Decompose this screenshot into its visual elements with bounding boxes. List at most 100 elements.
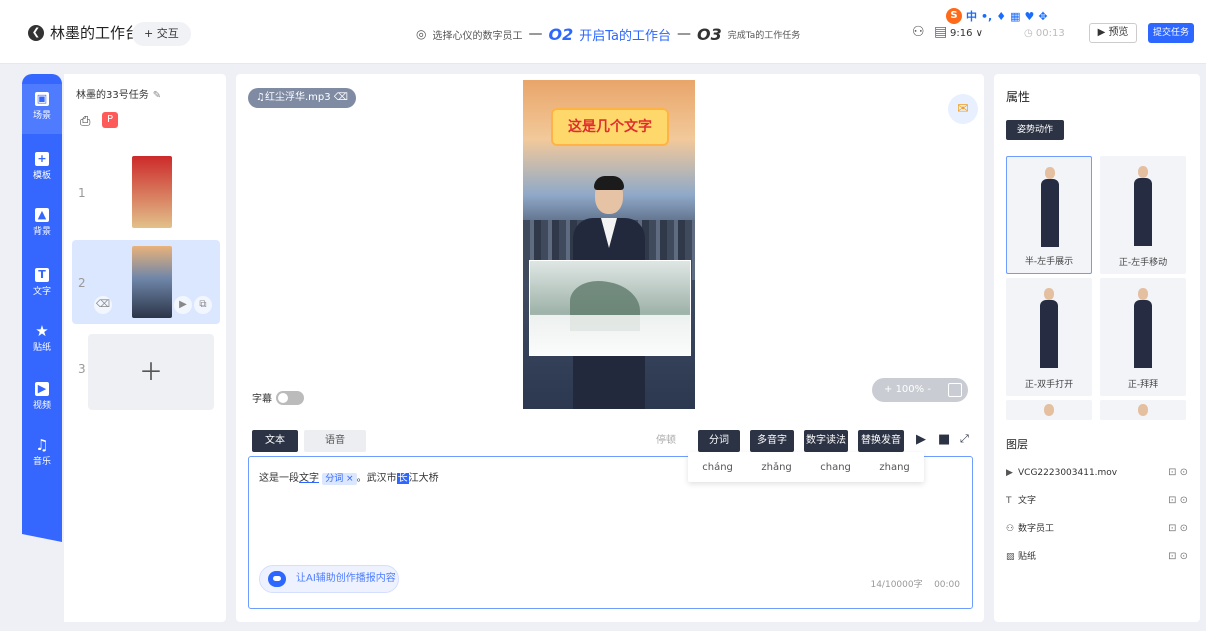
play-icon[interactable]: ▶ bbox=[916, 432, 926, 447]
sticker-icon: ★ bbox=[35, 322, 49, 340]
pause-button[interactable]: 停顿 bbox=[656, 430, 686, 452]
layer-controls[interactable]: ⊡ ⊙ bbox=[1168, 492, 1188, 510]
back-icon[interactable]: ❮ bbox=[28, 25, 44, 41]
preview-button[interactable]: ▶ 预览 bbox=[1089, 23, 1137, 43]
lock-icon[interactable]: ⎙ bbox=[80, 114, 90, 129]
rail-item-background[interactable]: ▲ 背景 bbox=[22, 200, 62, 250]
submit-task-button[interactable]: 提交任务 bbox=[1148, 23, 1194, 43]
polyphone-button[interactable]: 多音字 bbox=[750, 430, 794, 452]
number-reading-button[interactable]: 数字读法 bbox=[804, 430, 848, 452]
music-note-icon: ♫ bbox=[256, 92, 265, 103]
stop-icon[interactable]: ■ bbox=[938, 432, 950, 447]
collapse-panel-icon[interactable]: ✉ bbox=[948, 94, 978, 124]
pinyin-option[interactable]: chang bbox=[820, 462, 851, 473]
layer-controls[interactable]: ⊡ ⊙ bbox=[1168, 464, 1188, 482]
figure-head bbox=[1138, 166, 1148, 178]
step2-number: O2 bbox=[548, 24, 574, 44]
video-canvas[interactable]: 这是几个文字 bbox=[523, 80, 695, 409]
fit-screen-icon[interactable] bbox=[948, 383, 962, 397]
aspect-ratio-select[interactable]: 9:16 ∨ bbox=[950, 28, 983, 39]
tab-text[interactable]: 文本 bbox=[252, 430, 298, 452]
pinyin-option[interactable]: zhǎng bbox=[761, 462, 791, 473]
ime-toolbar[interactable]: S 中 •, ♦ ▦ ♥ ✥ bbox=[946, 8, 1048, 24]
rail-item-music[interactable]: ♫ 音乐 bbox=[22, 430, 62, 480]
duration-display: ◷ 00:13 bbox=[1024, 28, 1065, 39]
user-switch-icon[interactable]: ⚇ bbox=[912, 24, 925, 40]
play-icon[interactable]: ▶ bbox=[174, 296, 192, 314]
text-segment: 这是一段 bbox=[259, 473, 299, 484]
rail-item-text[interactable]: T 文字 bbox=[22, 260, 62, 310]
layer-item[interactable]: ▨ 贴纸 ⊡ ⊙ bbox=[1006, 548, 1188, 566]
subtitle-label: 字幕 bbox=[252, 394, 272, 405]
pose-option[interactable]: 半-左手展示 bbox=[1006, 156, 1092, 274]
tab-voice[interactable]: 语音 bbox=[304, 430, 366, 452]
text-icon: T bbox=[1006, 496, 1012, 506]
layer-controls[interactable]: ⊡ ⊙ bbox=[1168, 548, 1188, 566]
copy-icon[interactable]: ⧉ bbox=[194, 296, 212, 314]
microphone-icon[interactable]: ♦ bbox=[996, 10, 1006, 23]
pose-figure bbox=[1039, 167, 1061, 247]
zoom-out-icon[interactable]: - bbox=[924, 384, 931, 395]
keyboard-icon[interactable]: ▦ bbox=[1010, 10, 1020, 23]
ime-lang[interactable]: 中 bbox=[966, 8, 977, 24]
add-scene-button[interactable]: ＋ bbox=[88, 334, 214, 410]
rail-item-sticker[interactable]: ★ 贴纸 bbox=[22, 316, 62, 366]
layer-name: 数字员工 bbox=[1018, 524, 1055, 534]
task-list-icon[interactable]: ▤ bbox=[934, 24, 947, 40]
layer-item[interactable]: ⚇ 数字员工 ⊡ ⊙ bbox=[1006, 520, 1188, 538]
pinyin-option[interactable]: cháng bbox=[702, 462, 733, 473]
scene-panel: 林墨的33号任务 ✎ ⎙ P 1 2 ⌫ ▶ ⧉ 3 ＋ bbox=[64, 74, 226, 622]
zoom-in-icon[interactable]: + bbox=[884, 384, 896, 395]
pose-option[interactable]: 正-双手打开 bbox=[1006, 278, 1092, 396]
expand-icon[interactable]: ⤢ bbox=[960, 432, 969, 446]
scene-item[interactable]: 1 bbox=[72, 150, 220, 234]
layer-controls[interactable]: ⊡ ⊙ bbox=[1168, 520, 1188, 538]
trash-icon[interactable]: ⌫ bbox=[331, 92, 348, 103]
audio-chip[interactable]: ♫红尘浮华.mp3 ⌫ bbox=[248, 88, 356, 108]
rail-item-template[interactable]: + 模板 bbox=[22, 144, 62, 194]
pose-tab[interactable]: 姿势动作 bbox=[1006, 120, 1064, 140]
task-name[interactable]: 林墨的33号任务 ✎ bbox=[76, 86, 161, 101]
scene-number: 2 bbox=[78, 276, 86, 290]
fog-shape bbox=[530, 315, 690, 355]
ai-assist-button[interactable]: 让AI辅助创作播报内容 bbox=[259, 565, 399, 593]
check-circle-icon: ◎ bbox=[416, 27, 427, 41]
layer-item[interactable]: ▶ VCG2223003411.mov ⊡ ⊙ bbox=[1006, 464, 1188, 482]
avatar-hair bbox=[594, 176, 624, 190]
pose-option[interactable]: 正-拜拜 bbox=[1100, 278, 1186, 396]
segment-tag[interactable]: 分词 × bbox=[322, 473, 357, 485]
subtitle-toggle[interactable] bbox=[276, 390, 304, 405]
text-banner[interactable]: 这是几个文字 bbox=[551, 108, 669, 146]
edit-pencil-icon[interactable]: ✎ bbox=[153, 90, 161, 101]
replace-pronunciation-button[interactable]: 替换发音 bbox=[858, 430, 904, 452]
pose-option[interactable] bbox=[1100, 400, 1186, 420]
scene-item-selected[interactable]: 2 ⌫ ▶ ⧉ bbox=[72, 240, 220, 324]
robot-icon bbox=[268, 571, 286, 587]
selected-char[interactable]: 长 bbox=[396, 473, 409, 484]
delete-icon[interactable]: ⌫ bbox=[94, 296, 112, 314]
segment-button[interactable]: 分词 bbox=[698, 430, 740, 452]
interact-button[interactable]: + 交互 bbox=[132, 22, 191, 46]
grid-icon[interactable]: ✥ bbox=[1038, 10, 1047, 23]
text-icon: T bbox=[35, 268, 49, 282]
scene-thumbnail bbox=[132, 156, 172, 228]
figure-body bbox=[1041, 179, 1059, 247]
step2-label: 开启Ta的工作台 bbox=[579, 28, 671, 44]
ppt-badge[interactable]: P bbox=[102, 112, 118, 128]
video-overlay-clip[interactable] bbox=[529, 260, 691, 356]
zoom-value: 100% bbox=[895, 384, 925, 395]
zoom-control[interactable]: + 100% - bbox=[872, 378, 968, 402]
rail-item-video[interactable]: ▶ 视频 bbox=[22, 374, 62, 424]
ime-punct-icon[interactable]: •, bbox=[981, 10, 992, 23]
pose-option[interactable] bbox=[1006, 400, 1092, 420]
pose-option[interactable]: 正-左手移动 bbox=[1100, 156, 1186, 274]
figure-head bbox=[1044, 288, 1054, 300]
pinyin-option[interactable]: zhang bbox=[879, 462, 909, 473]
rail-item-scene[interactable]: ▣ 场景 bbox=[22, 84, 62, 134]
clock-icon: ◷ bbox=[1024, 28, 1036, 39]
skin-icon[interactable]: ♥ bbox=[1025, 10, 1035, 23]
script-text[interactable]: 这是一段文字 分词 × 。武汉市长江大桥 bbox=[259, 469, 439, 485]
layer-item[interactable]: T 文字 ⊡ ⊙ bbox=[1006, 492, 1188, 510]
layer-name: 贴纸 bbox=[1018, 552, 1037, 562]
rail-label: 场景 bbox=[32, 111, 51, 121]
